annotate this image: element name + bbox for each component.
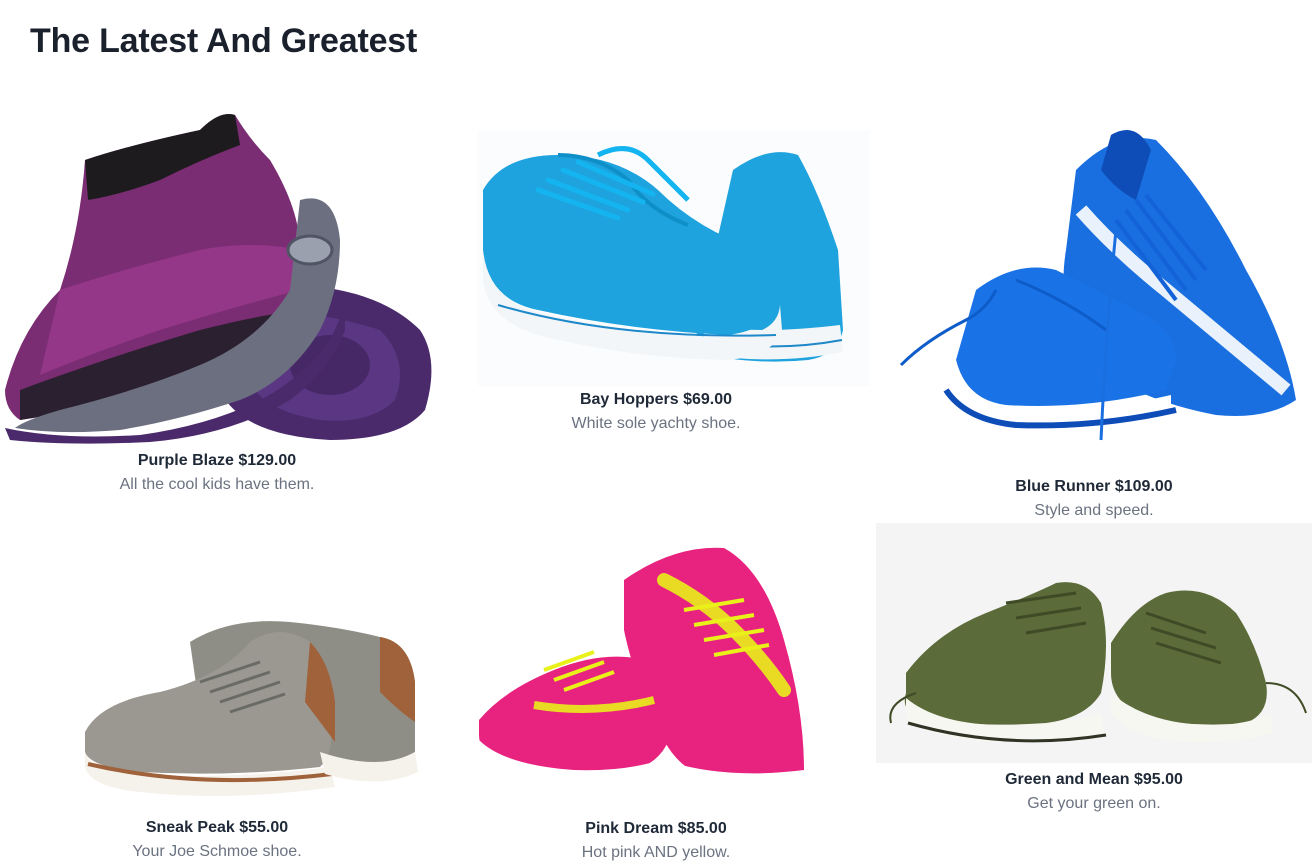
product-name[interactable]: Purple Blaze	[138, 452, 234, 469]
product-card-sneak-peak[interactable]: Sneak Peak $55.00 Your Joe Schmoe shoe.	[0, 590, 434, 864]
product-title[interactable]: Blue Runner $109.00	[876, 477, 1312, 497]
product-card-purple-blaze[interactable]: Purple Blaze $129.00 All the cool kids h…	[0, 90, 434, 500]
product-name[interactable]: Bay Hoppers	[580, 391, 679, 408]
product-title[interactable]: Bay Hoppers $69.00	[438, 390, 874, 410]
product-description: Get your green on.	[1027, 795, 1161, 812]
product-description: All the cool kids have them.	[119, 476, 315, 493]
product-card-bay-hoppers[interactable]: Bay Hoppers $69.00 White sole yachty sho…	[438, 90, 874, 440]
product-title[interactable]: Sneak Peak $55.00	[0, 818, 434, 838]
product-name[interactable]: Pink Dream	[585, 820, 673, 837]
product-title[interactable]: Purple Blaze $129.00	[0, 451, 434, 471]
page-title: The Latest And Greatest	[30, 22, 418, 60]
grey-casual-shoe-image[interactable]	[80, 602, 430, 812]
product-price: $109.00	[1114, 478, 1173, 495]
product-title[interactable]: Pink Dream $85.00	[438, 819, 874, 839]
product-price: $55.00	[239, 819, 289, 836]
green-knit-sneaker-image[interactable]	[876, 523, 1312, 763]
blue-running-shoe-image[interactable]	[886, 110, 1306, 465]
product-card-blue-runner[interactable]: Blue Runner $109.00 Style and speed.	[876, 90, 1312, 530]
product-description: White sole yachty shoe.	[571, 415, 741, 432]
product-card-green-and-mean[interactable]: Green and Mean $95.00 Get your green on.	[876, 523, 1312, 864]
pink-running-shoe-image[interactable]	[474, 540, 846, 802]
product-name[interactable]: Blue Runner	[1015, 478, 1110, 495]
product-price: $85.00	[677, 820, 727, 837]
product-description: Style and speed.	[1034, 502, 1154, 519]
purple-knit-sneaker-image[interactable]	[0, 90, 434, 446]
product-price: $95.00	[1134, 771, 1183, 788]
product-price: $69.00	[683, 391, 733, 408]
product-description: Hot pink AND yellow.	[581, 844, 731, 861]
product-description: Your Joe Schmoe shoe.	[132, 843, 302, 860]
product-card-pink-dream[interactable]: Pink Dream $85.00 Hot pink AND yellow.	[438, 540, 874, 864]
product-name[interactable]: Green and Mean	[1005, 771, 1129, 788]
product-title[interactable]: Green and Mean $95.00	[876, 770, 1312, 790]
product-name[interactable]: Sneak Peak	[146, 819, 235, 836]
blue-canvas-sneaker-image[interactable]	[478, 130, 870, 386]
product-price: $129.00	[238, 452, 297, 469]
